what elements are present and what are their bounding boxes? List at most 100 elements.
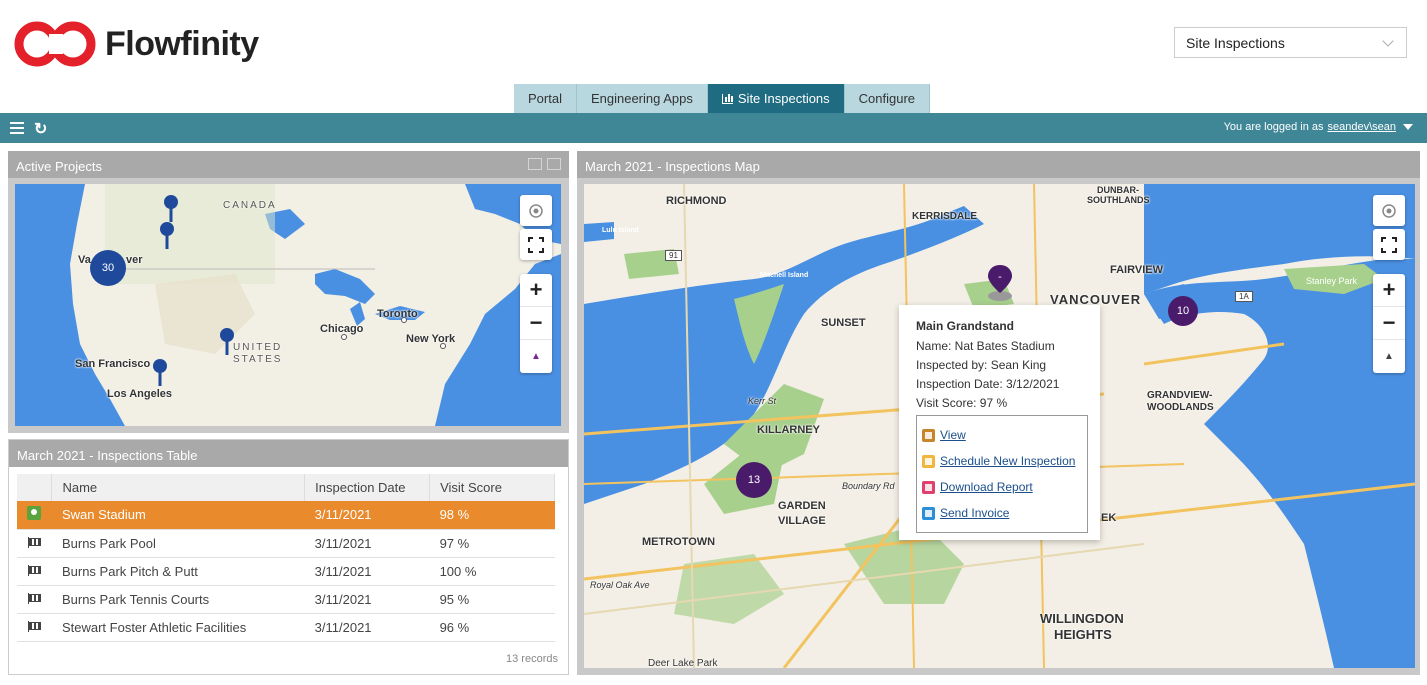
locate-icon[interactable]: [1373, 195, 1405, 226]
row-name: Swan Stadium: [52, 501, 305, 529]
map-label-deer-lake: Deer Lake Park: [648, 658, 717, 668]
map-label-vancouver-suffix: ver: [126, 254, 143, 266]
refresh-icon[interactable]: ↻: [34, 119, 47, 139]
map-label-kerrisdale: KERRISDALE: [912, 211, 977, 222]
selected-pin-label: -: [998, 271, 1002, 283]
highway-91-shield: 91: [665, 250, 682, 261]
row-name: Burns Park Pitch & Putt: [52, 557, 305, 585]
table-header-score[interactable]: Visit Score: [430, 474, 555, 501]
map-label-states: STATES: [233, 354, 282, 365]
app-selector[interactable]: Site Inspections: [1174, 27, 1407, 58]
pencil-icon: [922, 455, 935, 468]
map-cluster[interactable]: 30: [90, 250, 126, 286]
login-prefix: You are logged in as: [1224, 121, 1324, 133]
row-name: Stewart Foster Athletic Facilities: [52, 613, 305, 641]
table-header-name[interactable]: Name: [52, 474, 305, 501]
user-link[interactable]: seandev\sean: [1328, 121, 1397, 133]
map-cluster[interactable]: 10: [1168, 296, 1198, 326]
map-cluster[interactable]: 13: [736, 462, 772, 498]
compass-icon[interactable]: ▲: [1373, 340, 1405, 373]
active-projects-title: Active Projects: [16, 159, 102, 174]
download-link[interactable]: Download Report: [940, 480, 1033, 494]
map-label-united: UNITED: [233, 342, 282, 353]
inspections-table: Name Inspection Date Visit Score Swan St…: [17, 474, 555, 642]
schedule-action[interactable]: Schedule New Inspection: [922, 448, 1087, 474]
table-row[interactable]: Stewart Foster Athletic Facilities 3/11/…: [17, 613, 555, 641]
map-label-sunset: SUNSET: [821, 317, 866, 329]
map-label-metrotown: METROTOWN: [642, 536, 715, 548]
popout-icon[interactable]: [547, 158, 561, 170]
map-pin[interactable]: [219, 327, 235, 357]
tab-bar: Portal Engineering Apps Site Inspections…: [514, 84, 930, 113]
tab-site-inspections[interactable]: Site Inspections: [708, 84, 845, 113]
download-action[interactable]: Download Report: [922, 474, 1087, 500]
row-score: 100 %: [430, 557, 555, 585]
table-row[interactable]: Swan Stadium 3/11/2021 98 %: [17, 501, 555, 529]
map-pin[interactable]: [152, 358, 168, 388]
row-name: Burns Park Pool: [52, 529, 305, 557]
zoom-out-button[interactable]: −: [520, 307, 552, 340]
locate-icon[interactable]: [520, 195, 552, 226]
tab-configure-label: Configure: [859, 91, 915, 106]
active-projects-header: Active Projects: [8, 151, 569, 178]
inspection-popup: Main Grandstand Name: Nat Bates Stadium …: [899, 305, 1100, 540]
login-info: You are logged in as seandev\sean: [1224, 121, 1413, 133]
tab-portal[interactable]: Portal: [514, 84, 577, 113]
selected-map-pin[interactable]: -: [985, 263, 1015, 303]
map-label-southlands: SOUTHLANDS: [1087, 195, 1150, 205]
zoom-in-button[interactable]: +: [1373, 274, 1405, 307]
table-row[interactable]: Burns Park Pool 3/11/2021 97 %: [17, 529, 555, 557]
nav-bar: ↻ You are logged in as seandev\sean: [0, 113, 1427, 143]
map-label-garden: GARDEN: [778, 500, 826, 512]
invoice-link[interactable]: Send Invoice: [940, 506, 1009, 520]
tab-engineering-apps-label: Engineering Apps: [591, 91, 693, 106]
row-date: 3/11/2021: [305, 613, 430, 641]
tab-configure[interactable]: Configure: [845, 84, 930, 113]
table-row[interactable]: Burns Park Pitch & Putt 3/11/2021 100 %: [17, 557, 555, 585]
map-label-heights: HEIGHTS: [1054, 627, 1112, 642]
map-label-woodlands: WOODLANDS: [1147, 402, 1214, 413]
map-label-mitchell-island: Mitchell Island: [760, 272, 808, 279]
highway-1a-shield: 1A: [1235, 291, 1253, 302]
inspections-map-header: March 2021 - Inspections Map: [577, 151, 1420, 178]
map-pin[interactable]: [163, 194, 179, 224]
compass-icon[interactable]: ▲: [520, 340, 552, 373]
map-label-village: VILLAGE: [778, 515, 826, 527]
zoom-controls: + − ▲: [520, 274, 552, 373]
row-name: Burns Park Tennis Courts: [52, 585, 305, 613]
row-score: 95 %: [430, 585, 555, 613]
view-link[interactable]: View: [940, 428, 966, 442]
city-dot-toronto: [401, 317, 407, 323]
fullscreen-icon[interactable]: [520, 229, 552, 260]
north-america-basemap: [15, 184, 561, 426]
checkered-flag-icon: [27, 593, 40, 604]
map-pin[interactable]: [159, 221, 175, 251]
flowfinity-logo[interactable]: Flowfinity: [13, 18, 259, 70]
table-row[interactable]: Burns Park Tennis Courts 3/11/2021 95 %: [17, 585, 555, 613]
map-label-willingdon: WILLINGDON: [1040, 611, 1124, 626]
view-action[interactable]: View: [922, 422, 1087, 448]
tab-site-inspections-label: Site Inspections: [738, 91, 830, 106]
tab-engineering-apps[interactable]: Engineering Apps: [577, 84, 708, 113]
checkered-flag-icon: [27, 565, 40, 576]
city-dot-chicago: [341, 334, 347, 340]
zoom-controls: + − ▲: [1373, 274, 1405, 373]
active-projects-map[interactable]: CANADA Va ver UNITED STATES Toronto Chic…: [15, 184, 561, 426]
table-header-date[interactable]: Inspection Date: [305, 474, 430, 501]
zoom-out-button[interactable]: −: [1373, 307, 1405, 340]
map-label-lulu-island: Lulu Island: [602, 227, 639, 234]
view-icon: [922, 429, 935, 442]
map-label-royal-oak: Royal Oak Ave: [590, 580, 650, 590]
popup-actions: View Schedule New Inspection Download Re…: [916, 415, 1088, 533]
record-count: 13 records: [506, 653, 558, 665]
menu-icon[interactable]: [10, 122, 24, 134]
caret-down-icon[interactable]: [1403, 124, 1413, 130]
schedule-link[interactable]: Schedule New Inspection: [940, 454, 1075, 468]
chevron-down-icon: [1382, 35, 1393, 46]
grid-view-icon[interactable]: [528, 158, 542, 170]
flowfinity-logo-mark: [13, 20, 99, 68]
zoom-in-button[interactable]: +: [520, 274, 552, 307]
fullscreen-icon[interactable]: [1373, 229, 1405, 260]
invoice-action[interactable]: Send Invoice: [922, 500, 1087, 526]
inspections-table-header: March 2021 - Inspections Table: [9, 440, 568, 467]
